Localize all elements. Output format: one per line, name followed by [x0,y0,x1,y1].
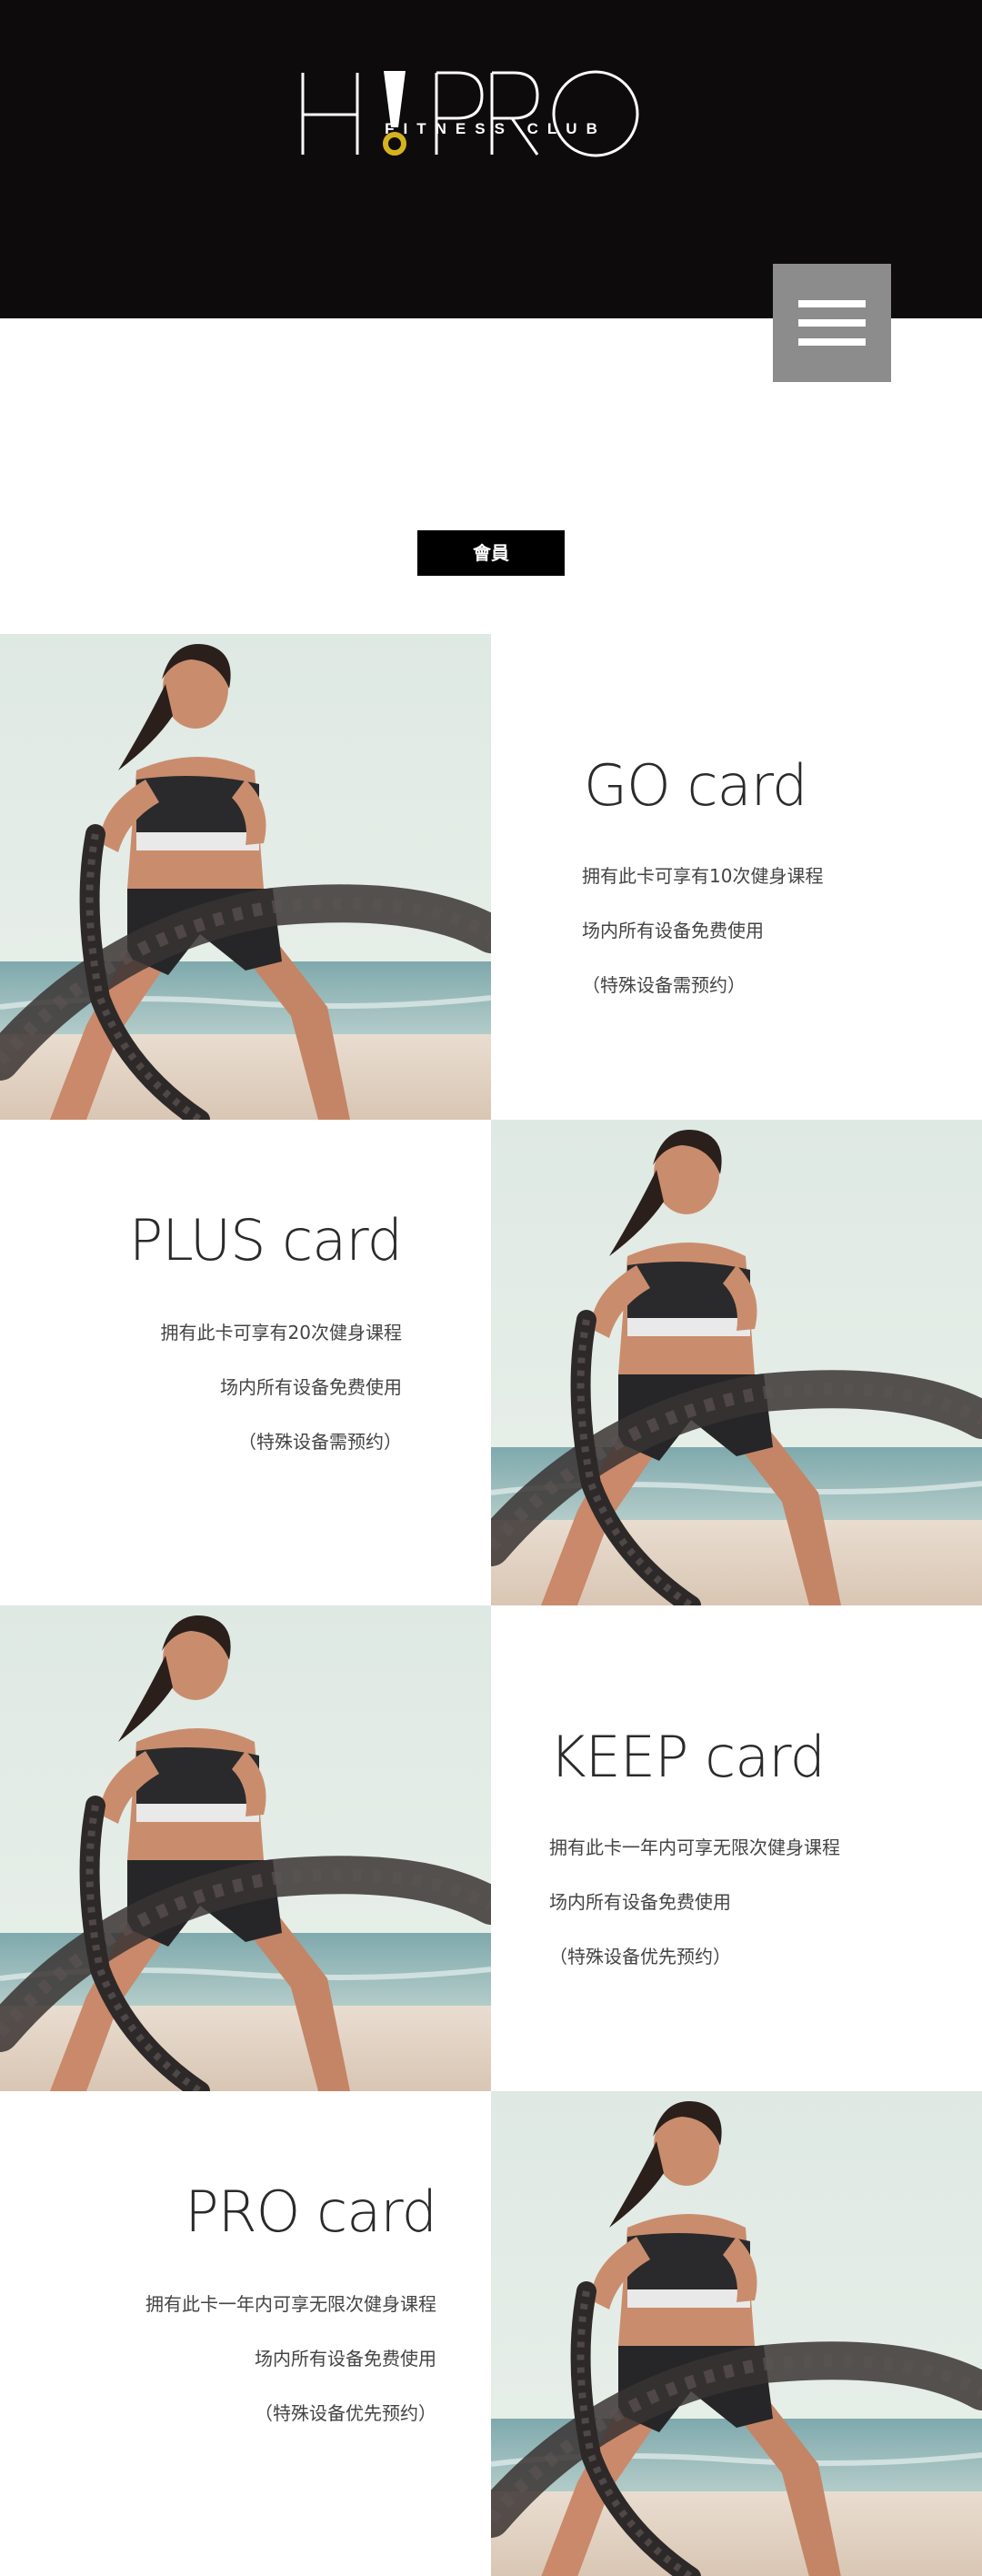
card-title: KEEP card [549,1724,826,1790]
card-line: 场内所有设备免费使用 [582,920,764,941]
hamburger-menu-button[interactable] [773,264,891,382]
card-photo [491,2091,982,2576]
card-photo [0,634,491,1120]
card-line: （特殊设备需预约） [238,1431,402,1453]
logo-subtitle: FITNESS CLUB [385,120,606,137]
membership-card-plus[interactable]: PLUS card 拥有此卡可享有20次健身课程 场内所有设备免费使用 （特殊设… [0,1120,982,1605]
membership-card-pro[interactable]: PRO card 拥有此卡一年内可享无限次健身课程 场内所有设备免费使用 （特殊… [0,2091,982,2576]
card-title: PLUS card [128,1207,403,1273]
card-line: （特殊设备需预约） [582,974,746,996]
card-text-block: PLUS card 拥有此卡可享有20次健身课程 场内所有设备免费使用 （特殊设… [0,1120,491,1605]
card-line: （特殊设备优先预约） [549,1946,731,1967]
card-text-block: PRO card 拥有此卡一年内可享无限次健身课程 场内所有设备免费使用 （特殊… [0,2091,491,2576]
card-line: （特殊设备优先预约） [255,2402,436,2424]
card-line: 拥有此卡可享有10次健身课程 [582,865,824,887]
hipro-logo[interactable] [296,65,686,173]
card-text-block: GO card 拥有此卡可享有10次健身课程 场内所有设备免费使用 （特殊设备需… [491,634,982,1120]
card-line: 拥有此卡一年内可享无限次健身课程 [145,2293,436,2315]
card-line: 场内所有设备免费使用 [220,1376,402,1398]
card-text-block: KEEP card 拥有此卡一年内可享无限次健身课程 场内所有设备免费使用 （特… [491,1605,982,2091]
card-line: 拥有此卡一年内可享无限次健身课程 [549,1836,840,1858]
card-line: 拥有此卡可享有20次健身课程 [160,1322,402,1343]
membership-card-keep[interactable]: KEEP card 拥有此卡一年内可享无限次健身课程 场内所有设备免费使用 （特… [0,1605,982,2091]
card-photo [0,1605,491,2091]
card-line: 场内所有设备免费使用 [255,2348,436,2370]
membership-card-go[interactable]: GO card 拥有此卡可享有10次健身课程 场内所有设备免费使用 （特殊设备需… [0,634,982,1120]
card-title: GO card [584,752,807,819]
card-title: PRO card [185,2179,437,2245]
card-line: 场内所有设备免费使用 [549,1891,731,1913]
card-photo [491,1120,982,1605]
membership-section-title: 會員 [417,530,565,576]
